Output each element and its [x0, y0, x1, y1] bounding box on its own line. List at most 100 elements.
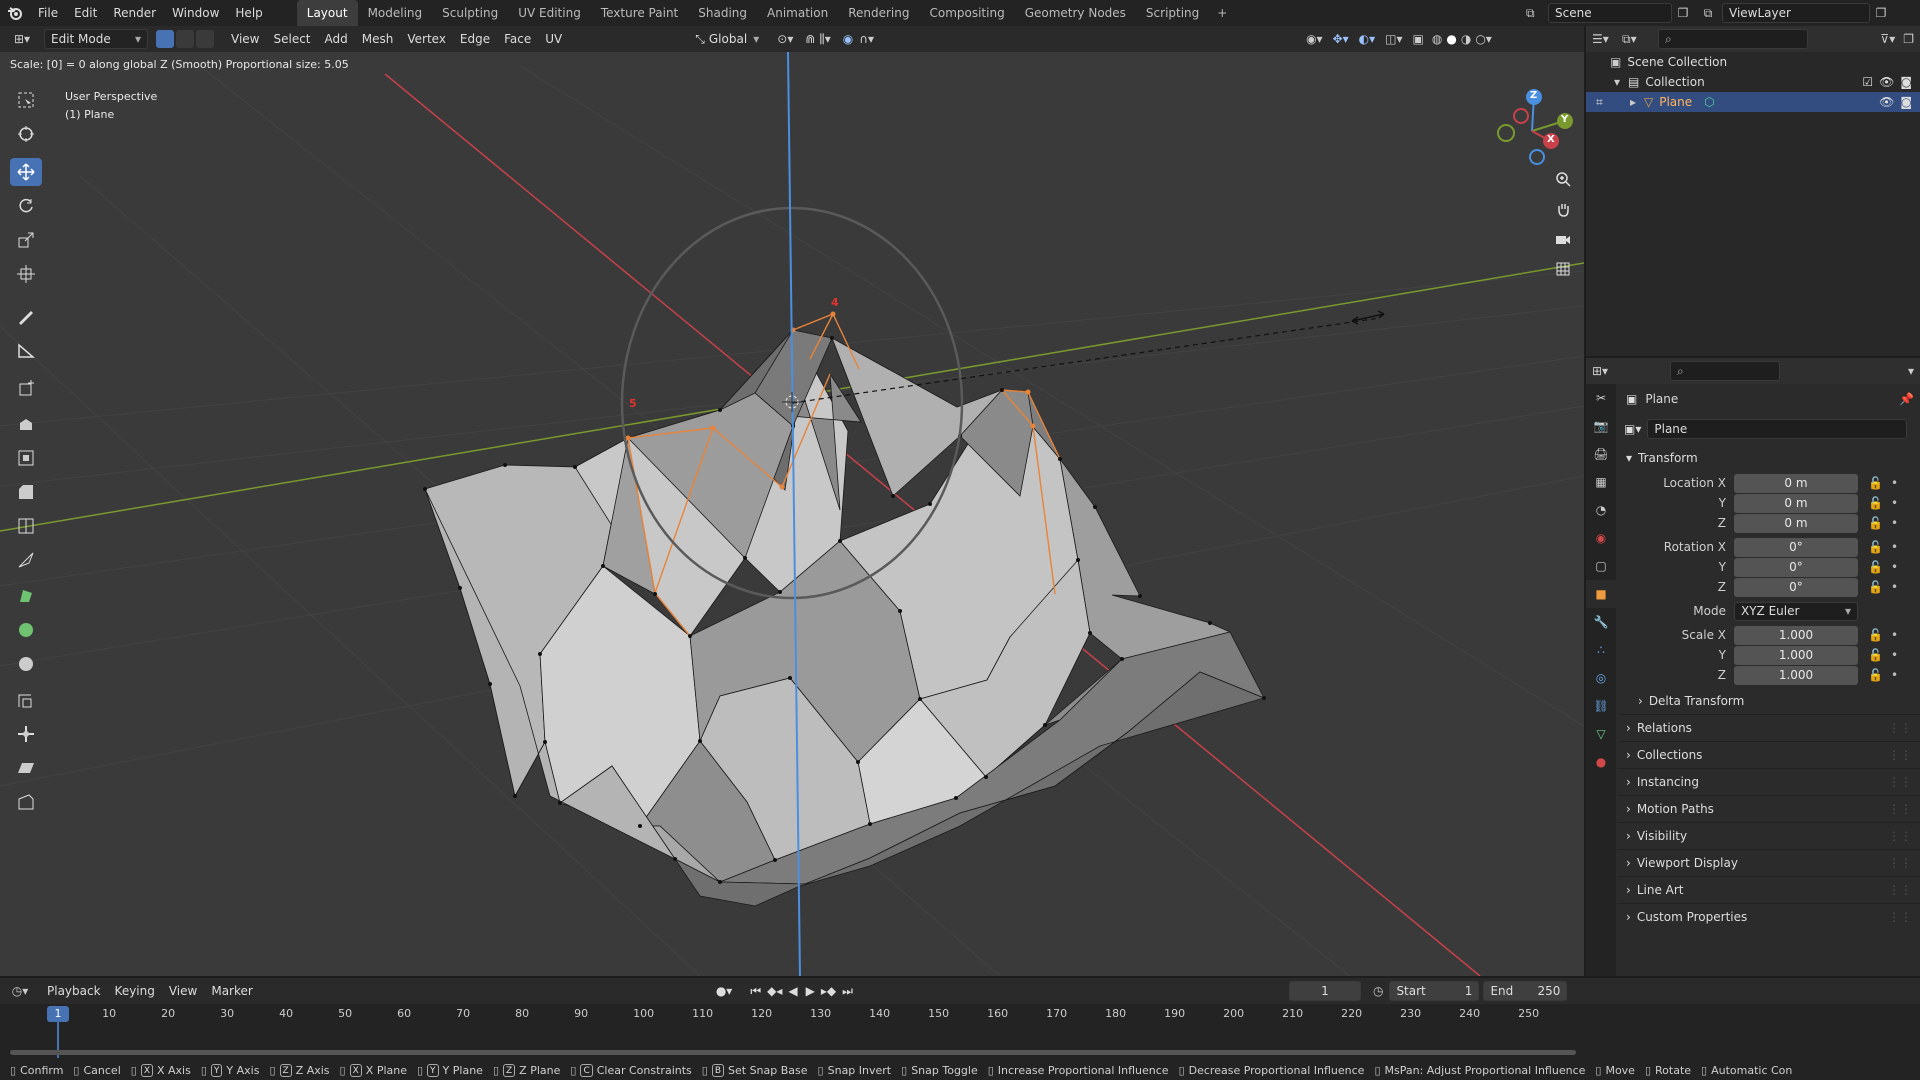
extrude-tool-icon[interactable] — [10, 410, 42, 438]
location-z-field[interactable]: 0 m — [1734, 513, 1858, 533]
play-reverse-icon[interactable]: ◀ — [788, 984, 797, 998]
move-tool-icon[interactable] — [10, 158, 42, 186]
output-tab-icon[interactable]: 🖨 — [1586, 440, 1616, 468]
wireframe-shading-icon[interactable]: ◍ — [1432, 32, 1442, 46]
zoom-icon[interactable] — [1550, 166, 1576, 192]
delta-transform-section[interactable]: › Delta Transform — [1618, 687, 1920, 714]
measure-tool-icon[interactable] — [10, 336, 42, 364]
object-tab-icon[interactable]: ■ — [1586, 580, 1616, 608]
keyframe-dot-icon[interactable]: • — [1891, 540, 1898, 554]
data-tab-icon[interactable]: ▽ — [1586, 720, 1616, 748]
lock-icon[interactable]: 🔓 — [1868, 648, 1883, 662]
modifier-tab-icon[interactable]: 🔧 — [1586, 608, 1616, 636]
rotation-x-field[interactable]: 0° — [1734, 537, 1858, 557]
solid-shading-icon[interactable]: ● — [1446, 32, 1456, 46]
plane-visibility-eye-icon[interactable]: 👁 — [1879, 95, 1894, 109]
bevel-tool-icon[interactable] — [10, 478, 42, 506]
prev-keyframe-icon[interactable]: ◆◂ — [767, 984, 782, 998]
view-layer-tab-icon[interactable]: ▦ — [1586, 468, 1616, 496]
workspace-tab-sculpting[interactable]: Sculpting — [432, 0, 508, 26]
scale-z-field[interactable]: 1.000 — [1734, 665, 1858, 685]
rendered-shading-icon[interactable]: ○▾ — [1475, 32, 1492, 46]
drag-handle-icon[interactable]: ⋮⋮ — [1888, 802, 1912, 816]
new-collection-icon[interactable]: ❐ — [1903, 32, 1914, 46]
xray-toggle-icon[interactable]: ▣ — [1413, 32, 1424, 46]
play-icon[interactable]: ▶ — [806, 984, 815, 998]
keyframe-dot-icon[interactable]: • — [1891, 668, 1898, 682]
keyframe-dot-icon[interactable]: • — [1891, 496, 1898, 510]
workspace-tab-layout[interactable]: Layout — [296, 0, 358, 26]
gizmo-toggle-icon[interactable]: ✥▾ — [1333, 32, 1349, 46]
drag-handle-icon[interactable]: ⋮⋮ — [1888, 910, 1912, 924]
timeline-scrollbar[interactable] — [10, 1050, 1576, 1055]
viewport-menu-face[interactable]: Face — [497, 32, 538, 46]
clock-icon[interactable]: ◷ — [1373, 984, 1383, 998]
keyframe-dot-icon[interactable]: • — [1891, 628, 1898, 642]
shear-tool-icon[interactable] — [10, 754, 42, 782]
current-frame-field[interactable]: 1 — [1288, 981, 1361, 1001]
cursor-tool-icon[interactable] — [10, 120, 42, 148]
drag-handle-icon[interactable]: ⋮⋮ — [1888, 883, 1912, 897]
keyframe-dot-icon[interactable]: • — [1891, 648, 1898, 662]
spin-tool-icon[interactable] — [10, 616, 42, 644]
location-y-field[interactable]: 0 m — [1734, 493, 1858, 513]
vertex-select-icon[interactable] — [156, 30, 174, 48]
viewport-menu-edge[interactable]: Edge — [453, 32, 497, 46]
menu-edit[interactable]: Edit — [66, 0, 105, 26]
lock-icon[interactable]: 🔓 — [1868, 540, 1883, 554]
transform-tool-icon[interactable] — [10, 260, 42, 288]
section-custom-properties[interactable]: › Custom Properties ⋮⋮ — [1618, 903, 1920, 930]
edge-slide-tool-icon[interactable] — [10, 686, 42, 714]
new-view-layer-icon[interactable]: ❐ — [1870, 6, 1892, 20]
rotation-z-field[interactable]: 0° — [1734, 577, 1858, 597]
section-instancing[interactable]: › Instancing ⋮⋮ — [1618, 768, 1920, 795]
scale-y-field[interactable]: 1.000 — [1734, 645, 1858, 665]
tool-tab-icon[interactable]: ✂ — [1586, 384, 1616, 412]
constraints-tab-icon[interactable]: ⛓ — [1586, 692, 1616, 720]
blender-logo-icon[interactable] — [0, 0, 30, 26]
frame-ruler[interactable]: 1 10 20 30 40 50 60 70 80 90 100 110 120 130 140 150 16… — [0, 1004, 1584, 1058]
timeline-menu-playback[interactable]: Playback — [40, 984, 108, 998]
viewport-canvas[interactable] — [0, 26, 1584, 976]
record-icon[interactable]: ●▾ — [716, 984, 733, 998]
edge-select-icon[interactable] — [176, 30, 194, 48]
menu-file[interactable]: File — [30, 0, 66, 26]
scene-icon[interactable]: ⧉ — [1526, 6, 1548, 21]
face-select-icon[interactable] — [196, 30, 214, 48]
view-layer-icon[interactable]: ⧉ — [1694, 6, 1722, 21]
workspace-tab-modeling[interactable]: Modeling — [358, 0, 433, 26]
knife-tool-icon[interactable] — [10, 546, 42, 574]
rotate-tool-icon[interactable] — [10, 192, 42, 220]
lock-icon[interactable]: 🔓 — [1868, 628, 1883, 642]
drag-handle-icon[interactable]: ⋮⋮ — [1888, 748, 1912, 762]
expand-icon[interactable]: ▾ — [1614, 75, 1628, 89]
render-camera-icon[interactable]: ◙ — [1900, 75, 1912, 89]
properties-search-input[interactable]: ⌕ — [1670, 361, 1780, 381]
render-tab-icon[interactable]: 📷 — [1586, 412, 1616, 440]
viewport-menu-uv[interactable]: UV — [538, 32, 569, 46]
location-x-field[interactable]: 0 m — [1734, 473, 1858, 493]
drag-handle-icon[interactable]: ⋮⋮ — [1888, 856, 1912, 870]
edit-mode-icon[interactable]: ⌗ — [1596, 95, 1630, 110]
expand-plane-icon[interactable]: ▸ — [1630, 95, 1644, 109]
visibility-eye-icon[interactable]: 👁 — [1879, 75, 1894, 89]
workspace-tab-scripting[interactable]: Scripting — [1136, 0, 1209, 26]
scale-tool-icon[interactable] — [10, 226, 42, 254]
keyframe-dot-icon[interactable]: • — [1891, 516, 1898, 530]
menu-render[interactable]: Render — [105, 0, 164, 26]
timeline-editor-icon[interactable]: ◷▾ — [0, 984, 40, 998]
jump-start-icon[interactable]: ⏮ — [750, 984, 761, 999]
snap-icon[interactable]: ⋒ ⫼▾ — [805, 32, 830, 47]
camera-view-icon[interactable] — [1550, 226, 1576, 252]
add-cube-tool-icon[interactable] — [10, 374, 42, 402]
lock-icon[interactable]: 🔓 — [1868, 580, 1883, 594]
smooth-tool-icon[interactable] — [10, 650, 42, 678]
rip-tool-icon[interactable] — [10, 788, 42, 816]
plane-render-camera-icon[interactable]: ◙ — [1900, 95, 1912, 109]
timeline-menu-marker[interactable]: Marker — [204, 984, 259, 998]
viewport-menu-select[interactable]: Select — [266, 32, 317, 46]
shrink-fatten-tool-icon[interactable] — [10, 720, 42, 748]
section-relations[interactable]: › Relations ⋮⋮ — [1618, 714, 1920, 741]
filter-icon[interactable]: ⊽▾ — [1880, 32, 1895, 46]
properties-options-icon[interactable]: ▾ — [1908, 364, 1914, 378]
